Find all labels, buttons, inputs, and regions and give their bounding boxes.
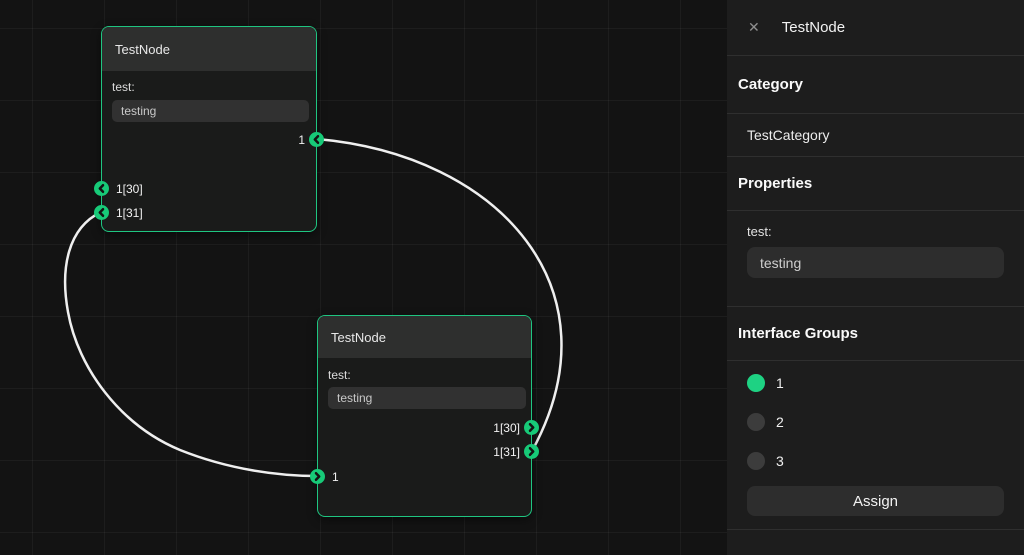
- input-port-label: 1: [332, 470, 339, 484]
- interface-group-option-1[interactable]: 1: [747, 369, 1004, 397]
- category-value: TestCategory: [727, 114, 1024, 157]
- node-testnode-1[interactable]: TestNode test: 1 1[30] 1[31]: [94, 26, 324, 232]
- app-window: TestNode test: 1 1[30] 1[31]: [0, 0, 1024, 555]
- node-field-label: test:: [112, 80, 135, 94]
- close-icon[interactable]: ✕: [748, 19, 760, 36]
- interface-group-option-2[interactable]: 2: [747, 408, 1004, 436]
- node-title: TestNode: [331, 329, 386, 345]
- port-output-1-31[interactable]: [524, 444, 539, 459]
- node-title-bar[interactable]: TestNode: [318, 316, 531, 358]
- radio-label: 2: [776, 414, 784, 430]
- radio-icon[interactable]: [747, 413, 765, 431]
- property-text-input[interactable]: [747, 247, 1004, 278]
- node-editor-canvas[interactable]: TestNode test: 1 1[30] 1[31]: [0, 0, 727, 555]
- node-inspector-sidebar: ✕ TestNode Category TestCategory Propert…: [727, 0, 1024, 555]
- interface-groups-heading: Interface Groups: [727, 307, 1024, 361]
- connection-wire[interactable]: [63, 210, 319, 478]
- chevron-right-icon: [528, 446, 535, 457]
- sidebar-header: ✕ TestNode: [727, 0, 1024, 56]
- output-port-label: 1[30]: [493, 421, 520, 435]
- interface-groups-section: 1 2 3 Assign: [727, 361, 1024, 530]
- node-testnode-2[interactable]: TestNode test: 1[30] 1[31] 1: [310, 315, 539, 517]
- output-port-label: 1: [298, 133, 305, 147]
- chevron-left-icon: [98, 207, 105, 218]
- input-port-label: 1[30]: [116, 182, 143, 196]
- properties-heading: Properties: [727, 157, 1024, 211]
- radio-label: 1: [776, 375, 784, 391]
- radio-icon[interactable]: [747, 374, 765, 392]
- properties-section: test:: [727, 211, 1024, 307]
- node-title: TestNode: [115, 41, 170, 57]
- port-input-1-31[interactable]: [94, 205, 109, 220]
- node-text-input[interactable]: [328, 387, 526, 409]
- interface-group-option-3[interactable]: 3: [747, 447, 1004, 475]
- chevron-right-icon: [528, 422, 535, 433]
- node-text-input[interactable]: [112, 100, 309, 122]
- category-heading: Category: [727, 56, 1024, 114]
- node-field-label: test:: [328, 368, 351, 382]
- chevron-left-icon: [313, 134, 320, 145]
- port-input-1-30[interactable]: [94, 181, 109, 196]
- radio-label: 3: [776, 453, 784, 469]
- output-port-label: 1[31]: [493, 445, 520, 459]
- property-field-label: test:: [747, 224, 772, 239]
- input-port-label: 1[31]: [116, 206, 143, 220]
- sidebar-title: TestNode: [781, 19, 846, 36]
- node-title-bar[interactable]: TestNode: [102, 27, 316, 71]
- port-output-1-30[interactable]: [524, 420, 539, 435]
- port-output-1[interactable]: [309, 132, 324, 147]
- assign-button[interactable]: Assign: [747, 486, 1004, 516]
- port-input-1[interactable]: [310, 469, 325, 484]
- radio-icon[interactable]: [747, 452, 765, 470]
- chevron-right-icon: [314, 471, 321, 482]
- chevron-left-icon: [98, 183, 105, 194]
